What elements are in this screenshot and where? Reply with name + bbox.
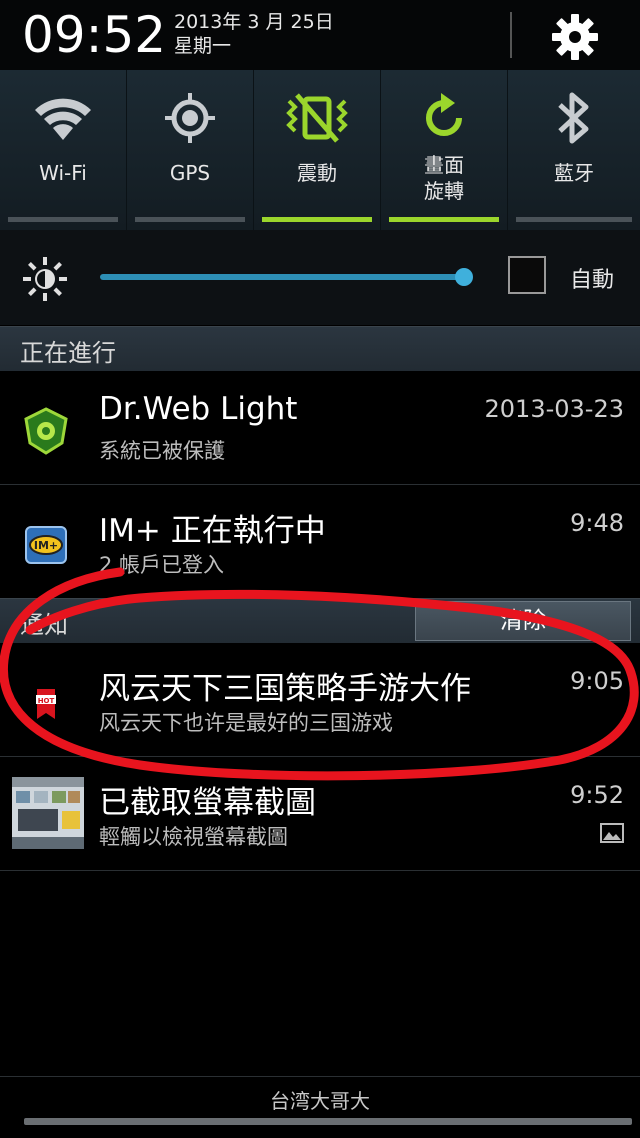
qs-indicator-bluetooth — [516, 217, 632, 222]
settings-gear-icon[interactable] — [548, 10, 602, 64]
notification-time: 9:52 — [570, 781, 624, 809]
date-block: 2013年 3 月 25日 星期一 — [174, 10, 334, 58]
hot-tag-icon: HOT — [22, 679, 70, 727]
notification-subtitle: 风云天下也许是最好的三国游戏 — [99, 711, 393, 735]
notification-subtitle: 系統已被保護 — [99, 439, 225, 463]
qs-tile-vibrate[interactable]: 震動 — [254, 70, 381, 230]
notification-im-plus[interactable]: IM+ IM+ 正在執行中 2 帳戶已登入 9:48 — [0, 485, 640, 599]
qs-label-auto-rotate: 畫面 旋轉 — [381, 152, 507, 204]
qs-tile-bluetooth[interactable]: 藍牙 — [508, 70, 640, 230]
qs-label-auto-rotate-line2: 旋轉 — [424, 179, 464, 203]
notification-title: Dr.Web Light — [99, 391, 298, 427]
qs-label-wifi: Wi-Fi — [39, 161, 87, 185]
brightness-slider-track[interactable] — [100, 274, 464, 280]
notification-drweb[interactable]: Dr.Web Light 系統已被保護 2013-03-23 — [0, 371, 640, 485]
notifications-section-header: 通知 清除 — [0, 598, 640, 643]
notification-title: 已截取螢幕截圖 — [99, 785, 316, 821]
qs-tile-gps[interactable]: GPS — [127, 70, 254, 230]
drweb-shield-icon — [22, 407, 70, 455]
qs-label-gps: GPS — [169, 161, 211, 185]
gps-icon — [127, 84, 253, 152]
notification-time: 9:05 — [570, 667, 624, 695]
quick-settings-panel: Wi-Fi GPS 震動 畫面 旋轉 藍牙 — [0, 70, 640, 230]
notification-screenshot[interactable]: 已截取螢幕截圖 輕觸以檢視螢幕截圖 9:52 — [0, 757, 640, 871]
wifi-icon — [0, 84, 126, 152]
notification-subtitle: 輕觸以檢視螢幕截圖 — [99, 825, 288, 849]
notification-subtitle: 2 帳戶已登入 — [99, 553, 225, 577]
qs-tile-wifi[interactable]: Wi-Fi — [0, 70, 127, 230]
bluetooth-icon — [508, 84, 640, 152]
notification-title: IM+ 正在執行中 — [99, 513, 326, 549]
status-bar: 09:52 2013年 3 月 25日 星期一 — [0, 0, 640, 70]
qs-indicator-auto-rotate — [389, 217, 499, 222]
qs-label-vibrate: 震動 — [297, 161, 337, 185]
rotate-icon — [381, 84, 507, 152]
notifications-header-title: 通知 — [20, 611, 68, 639]
brightness-sun-icon — [22, 256, 68, 302]
notification-time: 9:48 — [570, 509, 624, 537]
clock: 09:52 — [22, 6, 167, 64]
im-plus-icon: IM+ — [22, 521, 70, 569]
image-gallery-icon — [600, 823, 624, 843]
auto-brightness-label: 自動 — [570, 268, 615, 293]
status-divider — [510, 12, 512, 58]
qs-indicator-wifi — [8, 217, 118, 222]
notification-game-ad[interactable]: HOT 风云天下三国策略手游大作 风云天下也许是最好的三国游戏 9:05 — [0, 643, 640, 757]
brightness-slider-thumb[interactable] — [455, 268, 473, 286]
qs-label-bluetooth: 藍牙 — [554, 161, 594, 185]
notification-time: 2013-03-23 — [484, 395, 624, 423]
clear-button[interactable]: 清除 — [415, 601, 631, 641]
svg-text:IM+: IM+ — [34, 539, 58, 552]
qs-label-auto-rotate-line1: 畫面 — [424, 153, 464, 177]
svg-text:HOT: HOT — [38, 697, 55, 705]
date-text: 2013年 3 月 25日 — [174, 11, 334, 33]
auto-brightness-checkbox[interactable] — [508, 256, 546, 294]
ongoing-section-header: 正在進行 — [0, 326, 640, 371]
weekday-text: 星期一 — [174, 35, 232, 57]
drag-handle[interactable] — [24, 1118, 632, 1125]
brightness-row: 自動 — [0, 230, 640, 325]
qs-tile-auto-rotate[interactable]: 畫面 旋轉 — [381, 70, 508, 230]
vibrate-icon — [254, 84, 380, 152]
qs-indicator-gps — [135, 217, 245, 222]
screenshot-thumbnail-icon — [12, 777, 84, 849]
qs-indicator-vibrate — [262, 217, 372, 222]
notification-title: 风云天下三国策略手游大作 — [99, 671, 471, 707]
ongoing-header-title: 正在進行 — [20, 339, 116, 367]
